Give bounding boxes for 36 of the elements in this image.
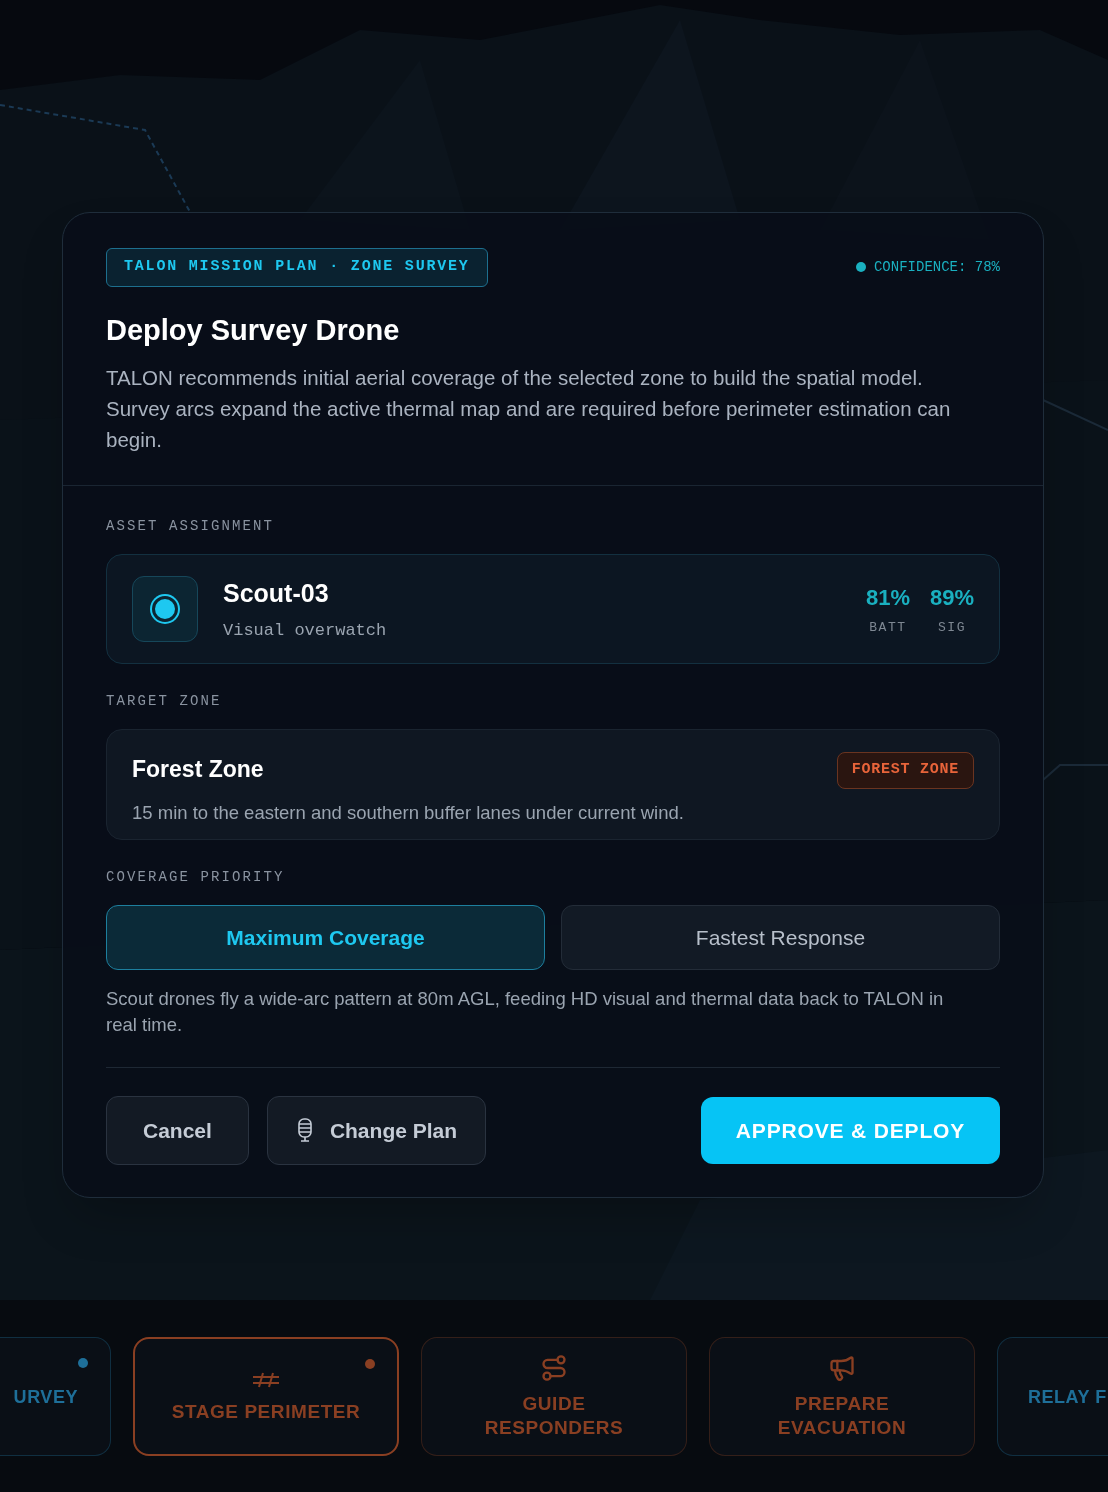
action-card[interactable]: RELAY F xyxy=(997,1337,1108,1456)
action-card[interactable]: STAGE PERIMETER xyxy=(133,1337,399,1456)
stat-label: BATT xyxy=(869,618,907,637)
action-card[interactable]: URVEY xyxy=(0,1337,111,1456)
section-label: COVERAGE PRIORITY xyxy=(106,868,286,887)
action-label: URVEY xyxy=(13,1385,78,1409)
mission-tag: TALON MISSION PLAN · ZONE SURVEY xyxy=(106,248,488,287)
action-label: STAGE PERIMETER xyxy=(170,1399,362,1424)
asset-role: Visual overwatch xyxy=(223,620,388,642)
dialog-title: Deploy Survey Drone xyxy=(106,312,401,348)
approve-deploy-button[interactable]: APPROVE & DEPLOY xyxy=(701,1097,1000,1164)
cancel-button[interactable]: Cancel xyxy=(106,1096,249,1165)
dialog-description: TALON recommends initial aerial coverage of the selected zone to build the spatial model. Survey arcs expand the active thermal map and are required before perimeter estimation can begin. xyxy=(106,365,952,453)
megaphone-icon xyxy=(828,1353,856,1382)
microphone-icon xyxy=(295,1117,314,1144)
section-label: ASSET ASSIGNMENT xyxy=(106,517,276,536)
priority-option[interactable]: Maximum Coverage xyxy=(106,905,545,970)
zone-name: Forest Zone xyxy=(132,755,265,784)
stat-value: 89% xyxy=(929,583,974,612)
stat-label: SIG xyxy=(937,618,966,637)
action-label: GUIDE RESPONDERS xyxy=(483,1391,625,1440)
asset-name: Scout-03 xyxy=(223,577,330,609)
drone-status-icon xyxy=(132,576,198,642)
confidence-label: CONFIDENCE: 78% xyxy=(873,257,1000,277)
zone-badge: FOREST ZONE xyxy=(836,752,974,789)
action-label: RELAY F xyxy=(1028,1385,1107,1409)
route-icon xyxy=(540,1353,568,1382)
section-label: TARGET ZONE xyxy=(106,692,223,711)
action-label: PREPARE EVACUATION xyxy=(776,1391,908,1440)
action-card[interactable]: PREPARE EVACUATION xyxy=(709,1337,975,1456)
stat-value: 81% xyxy=(865,583,910,612)
action-card[interactable]: GUIDE RESPONDERS xyxy=(421,1337,687,1456)
priority-option[interactable]: Fastest Response xyxy=(561,905,1000,970)
change-plan-button[interactable]: Change Plan xyxy=(266,1096,487,1165)
zone-detail: 15 min to the eastern and southern buffer lanes under current wind. xyxy=(132,800,685,825)
priority-note: Scout drones fly a wide-arc pattern at 80m AGL, feeding HD visual and thermal data back to TALON in real time. xyxy=(106,987,945,1037)
